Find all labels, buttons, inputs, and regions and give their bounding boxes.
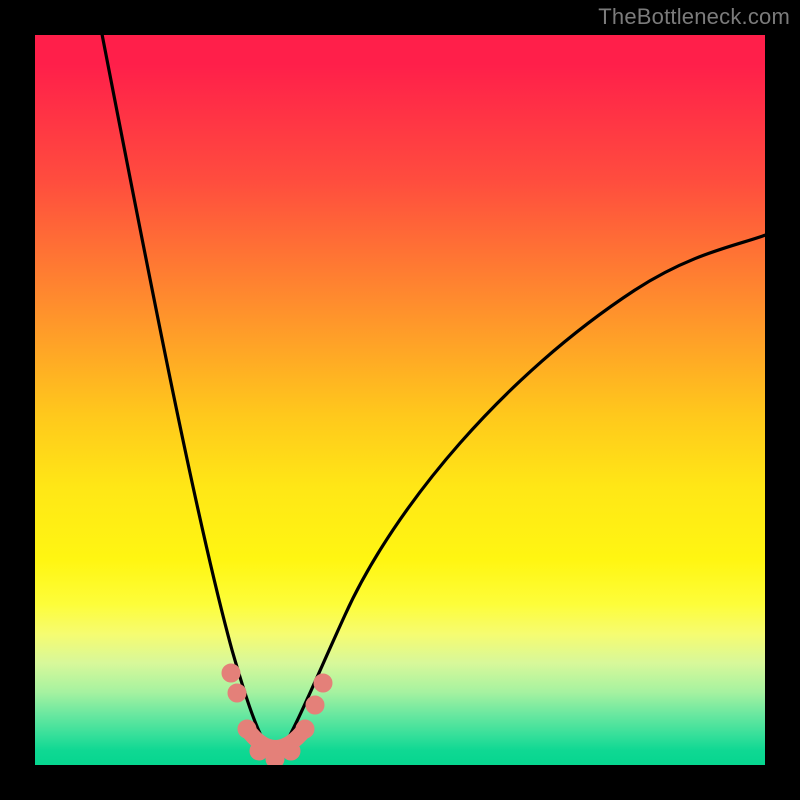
curve-left — [101, 35, 275, 761]
curves-layer — [35, 35, 765, 765]
salmon-cluster — [222, 664, 332, 765]
curve-right — [275, 233, 765, 761]
plot-area — [35, 35, 765, 765]
chart-canvas: TheBottleneck.com — [0, 0, 800, 800]
watermark-text: TheBottleneck.com — [598, 4, 790, 30]
